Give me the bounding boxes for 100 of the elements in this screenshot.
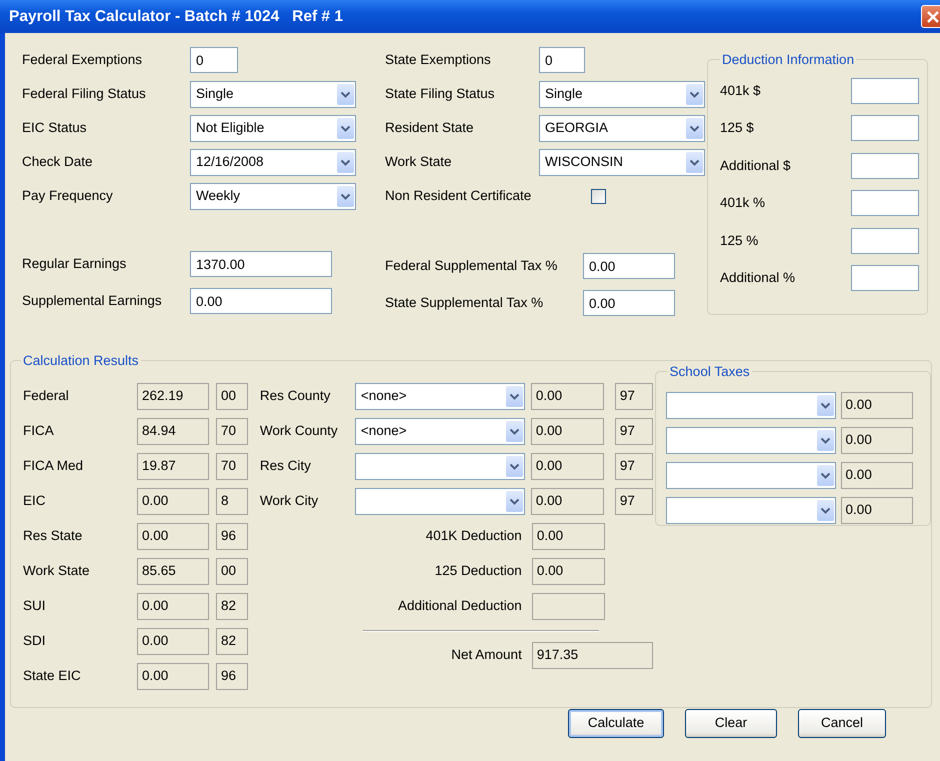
field-label: 125 $ — [720, 119, 754, 138]
value-field: 0.00 — [840, 392, 913, 419]
close-button[interactable] — [921, 5, 940, 28]
dropdown[interactable]: Single — [190, 80, 356, 108]
code-field: 97 — [614, 383, 653, 410]
field-label: Federal — [23, 387, 70, 406]
field-label: Additional $ — [720, 156, 791, 175]
field-label: State Exemptions — [385, 50, 492, 69]
value-field: 0.00 — [137, 628, 209, 655]
field-label: Work County — [260, 422, 339, 440]
value-field: 0.00 — [530, 488, 604, 515]
value-field: 85.65 — [137, 558, 209, 585]
code-field: 70 — [216, 418, 248, 445]
code-field: 96 — [216, 663, 248, 690]
field-label: State Supplemental Tax % — [385, 294, 544, 312]
text-field[interactable] — [851, 265, 919, 292]
field-label: Check Date — [22, 152, 94, 171]
text-field[interactable] — [851, 152, 919, 179]
code-field: 8 — [216, 488, 248, 515]
field-label: Additional % — [720, 269, 796, 288]
text-field[interactable]: 0 — [190, 47, 238, 73]
text-field[interactable]: 0.00 — [583, 253, 675, 279]
dropdown[interactable] — [666, 392, 836, 419]
code-field: 00 — [216, 383, 248, 410]
chevron-icon — [506, 421, 523, 442]
close-icon — [927, 10, 939, 22]
field-label: EIC — [23, 492, 47, 510]
dropdown[interactable]: Weekly — [190, 182, 356, 210]
chevron-icon — [337, 186, 354, 206]
chevron-icon — [816, 500, 834, 521]
dropdown[interactable]: <none> — [354, 383, 525, 410]
code-field: 00 — [216, 558, 248, 585]
field-label: FICA Med — [23, 457, 84, 476]
field-label: 125 % — [720, 232, 758, 250]
field-label: Federal Exemptions — [22, 50, 144, 69]
dropdown[interactable] — [354, 488, 525, 515]
dropdown[interactable] — [666, 497, 836, 524]
chevron-icon — [506, 456, 523, 477]
value-field: 84.94 — [137, 418, 209, 445]
value-field: 19.87 — [137, 453, 209, 480]
chevron-icon — [337, 84, 354, 104]
value-field: 262.19 — [137, 383, 209, 410]
dropdown[interactable] — [666, 427, 836, 454]
dropdown[interactable] — [666, 462, 836, 489]
text-field[interactable]: 0 — [539, 47, 585, 73]
text-field[interactable]: 0.00 — [583, 290, 675, 316]
chevron-icon — [506, 386, 523, 407]
field-label: Federal Supplemental Tax % — [385, 256, 558, 275]
chevron-icon — [686, 118, 703, 138]
field-label: SUI — [23, 597, 47, 616]
value-field: 917.35 — [532, 642, 653, 669]
dropdown[interactable]: Single — [539, 80, 705, 108]
dropdown[interactable]: GEORGIA — [539, 114, 705, 142]
text-field[interactable]: 1370.00 — [190, 251, 332, 277]
value-field: 0.00 — [530, 383, 604, 410]
chevron-icon — [506, 491, 523, 512]
text-field[interactable]: 0.00 — [190, 288, 332, 314]
field-label: Work State — [23, 562, 91, 580]
dropdown[interactable]: WISCONSIN — [539, 148, 705, 176]
chevron-icon — [816, 395, 834, 416]
field-label: Net Amount — [451, 646, 523, 664]
checkbox[interactable] — [591, 188, 606, 204]
dialog-button[interactable]: Clear — [685, 709, 777, 738]
value-field: 0.00 — [137, 523, 209, 550]
dropdown[interactable] — [354, 453, 525, 480]
code-field: 82 — [216, 628, 248, 655]
chevron-icon — [816, 430, 834, 451]
dropdown[interactable]: <none> — [354, 418, 525, 445]
code-field: 97 — [614, 453, 653, 480]
field-label: Res State — [23, 527, 84, 546]
field-label: Non Resident Certificate — [385, 186, 532, 205]
window-title: Payroll Tax Calculator - Batch # 1024 Ref # 1 — [9, 6, 343, 27]
text-field[interactable] — [851, 115, 919, 142]
chevron-icon — [686, 152, 703, 172]
dropdown[interactable]: Not Eligible — [190, 114, 356, 142]
code-field: 97 — [614, 488, 653, 515]
dropdown[interactable]: 12/16/2008 — [190, 148, 356, 176]
value-field: 0.00 — [532, 558, 605, 585]
field-label: Work City — [260, 492, 320, 510]
text-field[interactable] — [851, 228, 919, 254]
field-label: Work State — [385, 152, 453, 171]
code-field: 82 — [216, 593, 248, 620]
value-field: 0.00 — [137, 488, 209, 515]
field-label: Supplemental Earnings — [22, 292, 163, 310]
field-label: State Filing Status — [385, 84, 496, 103]
value-field: 0.00 — [530, 453, 604, 480]
field-label: Federal Filing Status — [22, 84, 147, 103]
dialog-button[interactable]: Calculate — [568, 709, 664, 738]
field-label: EIC Status — [22, 118, 88, 137]
field-label: State EIC — [23, 667, 82, 686]
value-field: 0.00 — [840, 427, 913, 454]
dialog-button[interactable]: Cancel — [798, 709, 886, 738]
field-label: Res City — [260, 457, 312, 476]
text-field[interactable] — [851, 190, 919, 216]
text-field[interactable] — [851, 78, 919, 104]
value-field: 0.00 — [137, 663, 209, 690]
field-label: Res County — [260, 387, 332, 406]
field-label: Regular Earnings — [22, 254, 128, 273]
value-field: 0.00 — [137, 593, 209, 620]
value-field: 0.00 — [840, 497, 913, 524]
